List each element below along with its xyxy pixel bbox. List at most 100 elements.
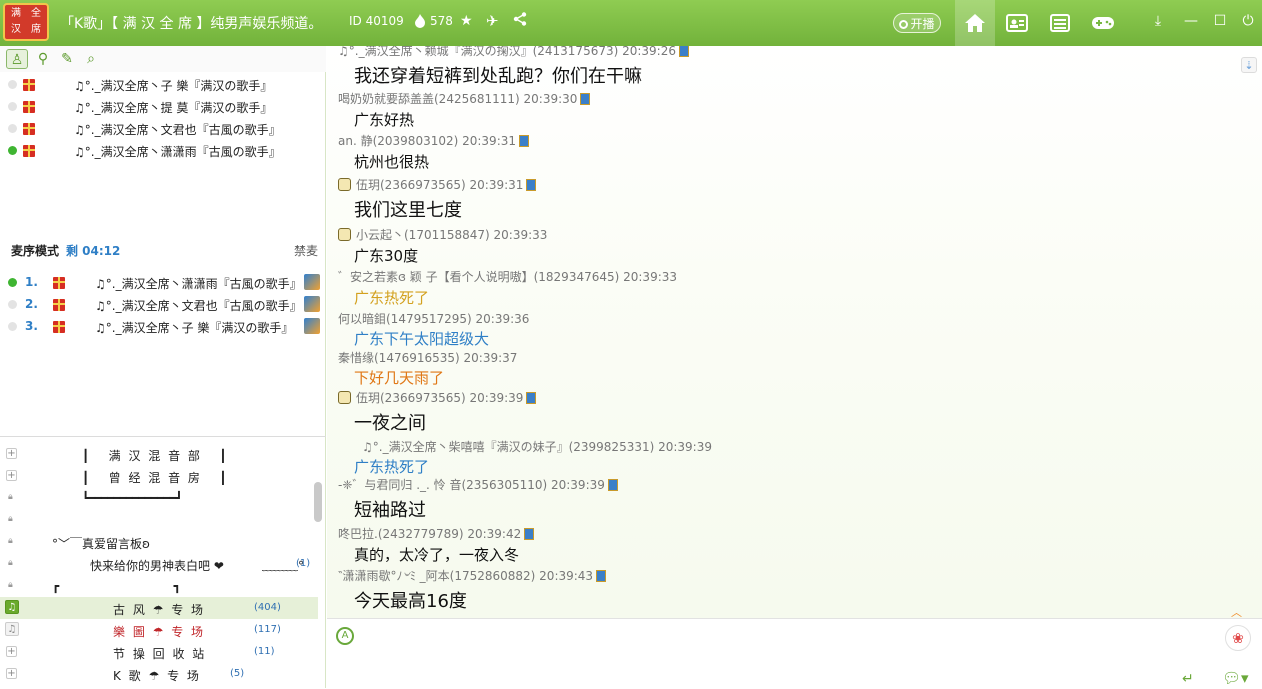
expand-plus-icon[interactable]: + xyxy=(6,646,17,657)
fire-icon xyxy=(415,14,425,28)
profile-card-button[interactable] xyxy=(997,0,1037,46)
expand-plus-icon[interactable]: + xyxy=(6,448,17,459)
user-row[interactable]: ♫°._满汉全席丶潇潇雨『古風の歌手』 xyxy=(0,140,320,162)
room-name: ┏ ┓ xyxy=(52,579,181,593)
queue-user-name: ♫°._满汉全席丶文君也『古風の歌手』 xyxy=(95,299,302,313)
message-text: 今天最高16度 xyxy=(354,591,467,612)
room-name: 樂 圖 ☂ 专 场 xyxy=(113,625,206,639)
user-name: ♫°._满汉全席丶提 莫『满汉の歌手』 xyxy=(74,101,273,115)
message-meta: 小云起丶(1701158847) 20:39:33 xyxy=(338,226,547,243)
room-name: ┃ 满 汉 混 音 部 ┃ xyxy=(82,449,229,463)
expand-plus-icon[interactable]: + xyxy=(6,470,17,481)
flower-gift-icon[interactable]: ❀ xyxy=(1225,625,1251,651)
name-card-icon xyxy=(526,179,537,191)
user-row[interactable]: ♫°._满汉全席丶文君也『古風の歌手』 xyxy=(0,118,320,140)
room-user-count: (404) xyxy=(254,602,281,613)
game-button[interactable] xyxy=(1083,0,1123,46)
minimize-icon[interactable]: — xyxy=(1182,12,1200,30)
status-dot xyxy=(8,146,17,155)
room-row-selected[interactable]: ♫ 古 风 ☂ 专 场 (404) xyxy=(0,597,318,619)
logo-char: 汉 xyxy=(11,24,21,35)
list-button[interactable] xyxy=(1040,0,1080,46)
power-close-icon[interactable]: ⏻ xyxy=(1239,12,1257,30)
favorite-star-icon[interactable]: ★ xyxy=(460,13,473,29)
search-icon[interactable]: ⌕ xyxy=(80,49,102,69)
logo-char: 满 xyxy=(11,8,21,19)
room-row[interactable]: 🔒︎ °﹀￣真爱留言板ʚ xyxy=(0,531,318,553)
user-list-tab-icon[interactable]: ♙ xyxy=(6,49,28,69)
chat-bubble-dropdown-icon[interactable]: 💬︎▾ xyxy=(1222,669,1249,687)
list-icon xyxy=(1050,14,1070,32)
message-text: 广东好热 xyxy=(354,111,415,129)
vip-badge-icon xyxy=(338,178,351,191)
start-broadcast-button[interactable]: 开播 xyxy=(893,13,941,33)
download-icon[interactable]: ⤓ xyxy=(1149,12,1167,30)
home-button[interactable] xyxy=(955,0,995,46)
lock-icon: 🔒︎ xyxy=(8,492,13,502)
left-tab-bar: ♙ ⚲ ✎ ⌕ xyxy=(0,46,326,72)
user-row[interactable]: ♫°._满汉全席丶子 樂『满汉の歌手』 xyxy=(0,74,320,96)
share-icon[interactable] xyxy=(513,12,527,26)
location-pin-icon[interactable]: ⚲ xyxy=(32,49,54,69)
gift-icon xyxy=(23,123,35,135)
lock-icon: 🔒︎ xyxy=(8,514,13,524)
user-name: ♫°._满汉全席丶潇潇雨『古風の歌手』 xyxy=(74,145,281,159)
room-id: ID 40109 xyxy=(349,14,404,28)
document-icon[interactable]: ✎ xyxy=(56,49,78,69)
popularity-count: 578 xyxy=(430,14,453,28)
send-enter-icon[interactable]: ↵ xyxy=(1182,671,1194,687)
expand-plus-icon[interactable]: + xyxy=(6,668,17,679)
queue-row[interactable]: 2. ♫°._满汉全席丶文君也『古風の歌手』 xyxy=(0,294,326,316)
message-text: 广东30度 xyxy=(354,247,419,265)
name-card-icon xyxy=(526,392,537,404)
message-text: 短袖路过 xyxy=(354,500,426,521)
room-row[interactable]: + ┃ 满 汉 混 音 部 ┃ xyxy=(0,443,318,465)
message-text: 真的，太冷了，一夜入冬 xyxy=(354,546,520,564)
room-row[interactable]: + ┃ 曾 经 混 音 房 ┃ xyxy=(0,465,318,487)
message-text: 广东热死了 xyxy=(354,289,430,307)
vip-badge-icon xyxy=(338,228,351,241)
broadcast-label: 开播 xyxy=(910,17,935,31)
room-row[interactable]: + 节 操 回 收 站 (11) xyxy=(0,641,318,663)
ban-mic-button[interactable]: 禁麦 xyxy=(294,242,318,259)
lock-icon: 🔒︎ xyxy=(8,536,13,546)
chat-input-area[interactable]: A ❀ ↵ 💬︎▾ xyxy=(327,618,1262,688)
status-dot xyxy=(8,102,17,111)
scroll-to-bottom-icon[interactable]: ⇣ xyxy=(1241,57,1257,73)
queue-row[interactable]: 1. ♫°._满汉全席丶潇潇雨『古風の歌手』 xyxy=(0,272,326,294)
music-note-icon: ♫ xyxy=(5,622,19,636)
maximize-icon[interactable]: ☐ xyxy=(1211,12,1229,30)
left-panel: ♙ ⚲ ✎ ⌕ ♫°._满汉全席丶子 樂『满汉の歌手』 ♫°._满汉全席丶提 莫… xyxy=(0,46,326,688)
queue-mode-label: 麦序模式 xyxy=(11,244,60,258)
mic-queue-header: 麦序模式 剩 04:12 禁麦 xyxy=(0,242,326,262)
name-card-icon xyxy=(596,570,607,582)
room-user-count: (5) xyxy=(230,668,245,679)
room-row[interactable]: 🔒︎ ┗━━━━━━━━━━━━━━┛ xyxy=(0,487,318,509)
title-bar: 满 全 汉 席 「K歌」【 满 汉 全 席 】纯男声娱乐频道。 ID 40109… xyxy=(0,0,1262,46)
user-row[interactable]: ♫°._满汉全席丶提 莫『满汉の歌手』 xyxy=(0,96,320,118)
queue-user-name: ♫°._满汉全席丶潇潇雨『古風の歌手』 xyxy=(95,277,302,291)
queue-row[interactable]: 3. ♫°._满汉全席丶子 樂『满汉の歌手』 xyxy=(0,316,326,338)
room-list-scrollbar[interactable] xyxy=(314,482,322,522)
room-row[interactable]: + K 歌 ☂ 专 场 (5) xyxy=(0,663,318,685)
room-name: 古 风 ☂ 专 场 xyxy=(113,603,206,617)
room-row[interactable]: 🔒︎ 快来给你的男神表白吧 ❤ ﹏﹏﹏° (1) xyxy=(0,553,318,575)
queue-timer: 剩 04:12 xyxy=(66,244,121,258)
channel-title: 「K歌」【 满 汉 全 席 】纯男声娱乐频道。 xyxy=(60,16,323,32)
queue-number: 3. xyxy=(25,319,38,333)
message-text: 广东热死了 xyxy=(354,458,430,476)
room-row[interactable]: 🔒︎ xyxy=(0,509,318,531)
gift-icon xyxy=(23,145,35,157)
gift-icon xyxy=(53,321,65,333)
room-row[interactable]: 🔒︎ ┏ ┓ xyxy=(0,575,318,597)
gift-icon xyxy=(53,299,65,311)
queue-number: 2. xyxy=(25,297,38,311)
message-meta: 伍玥(2366973565) 20:39:31 xyxy=(338,176,537,193)
status-dot xyxy=(8,124,17,133)
gift-icon xyxy=(53,277,65,289)
plane-icon[interactable]: ✈ xyxy=(486,12,499,30)
message-meta: -❈゛与君同归 ._. 怜 音(2356305110) 20:39:39 xyxy=(338,476,618,493)
emoji-font-icon[interactable]: A xyxy=(336,627,354,645)
room-row[interactable]: ♫ 樂 圖 ☂ 专 场 (117) xyxy=(0,619,318,641)
user-name: ♫°._满汉全席丶文君也『古風の歌手』 xyxy=(74,123,281,137)
